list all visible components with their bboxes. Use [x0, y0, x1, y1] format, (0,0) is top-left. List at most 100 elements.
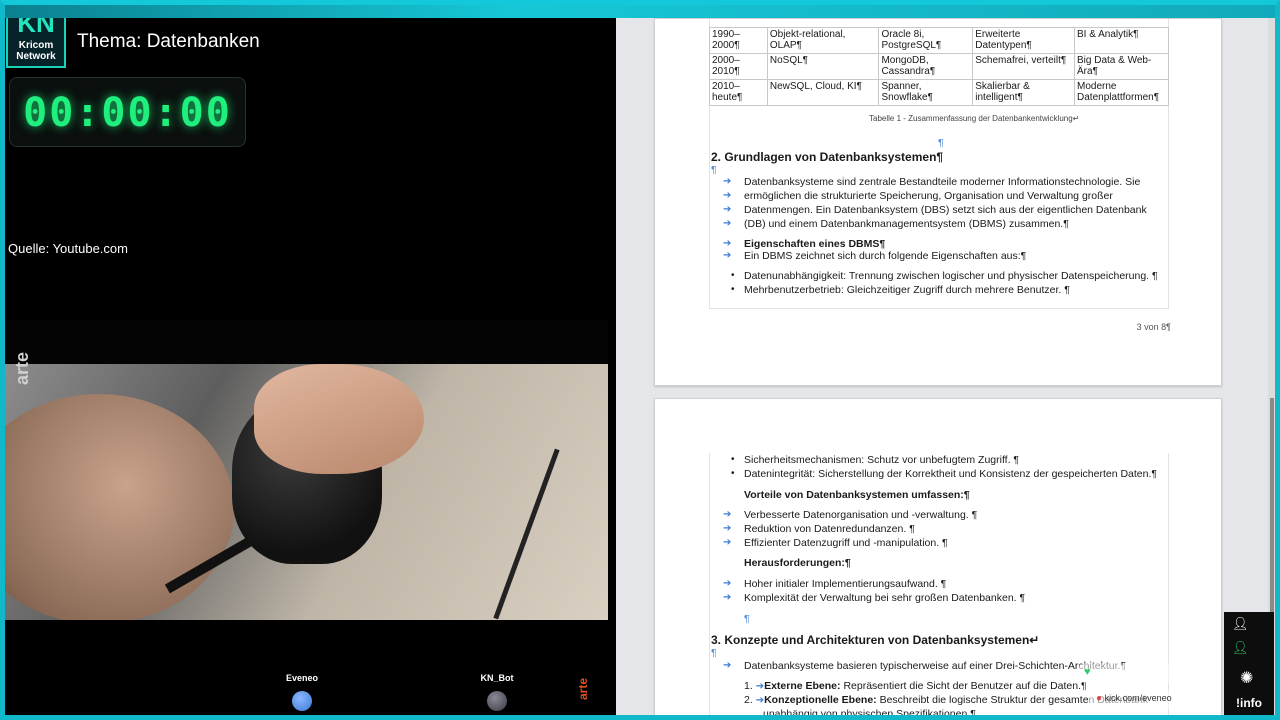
layer-text: Repräsentiert die Sicht der Benutzer auf… [840, 680, 1087, 692]
empty-paragraph-mark: ¶ [938, 137, 944, 149]
user-icon[interactable]: 👤︎ [1232, 616, 1249, 631]
layer-2-continuation: unabhängig von physischen Spezifikatione… [763, 708, 976, 720]
table-cell: Moderne Datenplattformen¶ [1074, 79, 1169, 106]
video-stand-pole [493, 448, 560, 620]
source-label: Quelle: Youtube.com [8, 241, 128, 256]
challenges-heading: Herausforderungen:¶ [744, 557, 851, 569]
table-cell: Big Data & Web-Ära¶ [1074, 53, 1169, 80]
table-row: 2010–heute¶ NewSQL, Cloud, KI¶ Spanner, … [709, 79, 1169, 106]
brain-icon[interactable]: ✺ [1240, 668, 1254, 687]
table-cell: Oracle 8i, PostgreSQL¶ [878, 27, 974, 54]
arrow-bullet-icon: ➔ [723, 578, 732, 589]
arte-corner-logo: arte [576, 677, 590, 700]
bullet-icon: • [731, 270, 735, 281]
arrow-bullet-icon: ➔ [723, 250, 732, 261]
participant-avatar [487, 691, 507, 711]
arrow-bullet-icon: ➔ [723, 660, 732, 671]
participant-eveneo[interactable]: Eveneo [257, 673, 347, 711]
intro-line: ermöglichen die strukturierte Speicherun… [744, 190, 1113, 202]
arrow-bullet-icon: ➔ [723, 204, 732, 215]
advantages-heading: Vorteile von Datenbanksystemen umfassen:… [744, 489, 970, 501]
chat-notification-pill[interactable]: ♥ [1076, 663, 1218, 683]
logo-line-2: Network [16, 51, 56, 62]
table-cell: BI & Analytik¶ [1074, 27, 1169, 54]
page-number: 3 von 8¶ [1136, 322, 1171, 332]
window-top-border [0, 0, 1280, 18]
arrow-bullet-icon: ➔ [723, 537, 732, 548]
section-2-heading: 2. Grundlagen von Datenbanksystemen¶ [711, 150, 944, 164]
table-cell: 2000–2010¶ [709, 53, 768, 80]
arrow-bullet-icon: ➔ [723, 592, 732, 603]
document-editor[interactable]: 1990–2000¶ Objekt-relational, OLAP¶ Orac… [616, 18, 1280, 720]
heart-icon: ♥ [1084, 666, 1091, 678]
participant-name: KN_Bot [480, 673, 514, 683]
user-active-icon[interactable]: 👤︎ [1232, 640, 1249, 655]
scrollbar-thumb[interactable] [1270, 398, 1274, 618]
document-page-3[interactable]: 1990–2000¶ Objekt-relational, OLAP¶ Orac… [654, 18, 1222, 386]
embedded-video[interactable] [4, 364, 608, 620]
table-caption: Tabelle 1 - Zusammenfassung der Datenban… [869, 114, 1080, 123]
kick-url: kick.com/eveneo [1104, 693, 1172, 703]
layer-number: 2. [744, 694, 753, 706]
table-cell: Objekt-relational, OLAP¶ [766, 27, 880, 54]
empty-paragraph-mark: ¶ [711, 164, 717, 176]
section-3-intro: Datenbanksysteme basieren typischerweise… [744, 660, 1127, 672]
video-person [4, 394, 234, 620]
video-top-band [4, 320, 608, 364]
arrow-bullet-icon: ➔ [755, 695, 765, 706]
dbms-property: Mehrbenutzerbetrieb: Gleichzeitiger Zugr… [744, 284, 1070, 296]
kick-link-pill[interactable]: ● kick.com/eveneo [1088, 690, 1202, 710]
table-cell: Erweiterte Datentypen¶ [972, 27, 1076, 54]
table-cell: Schemafrei, verteilt¶ [972, 53, 1076, 80]
bullet-icon: • [731, 454, 735, 465]
dbms-property: Datenintegrität: Sicherstellung der Korr… [744, 468, 1158, 480]
layer-number: 1. [744, 680, 753, 692]
table-cell: NewSQL, Cloud, KI¶ [766, 79, 880, 106]
arrow-bullet-icon: ➔ [723, 238, 732, 249]
info-command-label[interactable]: !info [1236, 696, 1262, 710]
table-cell: MongoDB, Cassandra¶ [878, 53, 974, 80]
dbms-property: Sicherheitsmechanismen: Schutz vor unbef… [744, 454, 1020, 466]
bullet-icon: • [731, 284, 735, 295]
stream-panel: KN Kricom Network Thema: Datenbanken 00:… [0, 0, 616, 720]
bullet-icon: • [731, 468, 735, 479]
challenge-item: Hoher initialer Implementierungsaufwand.… [744, 578, 947, 590]
side-widget-panel: 👤︎ 👤︎ ✺ !info [1224, 612, 1274, 716]
layer-label: Externe Ebene: [764, 680, 841, 692]
challenge-item: Komplexität der Verwaltung bei sehr groß… [744, 592, 1026, 604]
arrow-bullet-icon: ➔ [723, 509, 732, 520]
arrow-bullet-icon: ➔ [723, 176, 732, 187]
advantage-item: Verbesserte Datenorganisation und -verwa… [744, 509, 978, 521]
stream-topic: Thema: Datenbanken [77, 31, 260, 52]
timer-panel: 00:00:00 [9, 77, 246, 147]
arrow-bullet-icon: ➔ [755, 681, 765, 692]
layer-label: Konzeptionelle Ebene: [764, 694, 877, 706]
empty-paragraph-mark: ¶ [711, 647, 717, 659]
table-cell: Spanner, Snowflake¶ [878, 79, 974, 106]
intro-line: Datenbanksysteme sind zentrale Bestandte… [744, 176, 1141, 188]
participant-kn-bot[interactable]: KN_Bot [452, 673, 542, 711]
intro-line: (DB) und einem Datenbankmanagementsystem… [744, 218, 1069, 230]
table-cell: Skalierbar & intelligent¶ [972, 79, 1076, 106]
table-row: 1990–2000¶ Objekt-relational, OLAP¶ Orac… [709, 27, 1169, 54]
dbms-heading: Eigenschaften eines DBMS¶ [744, 238, 886, 250]
advantage-item: Reduktion von Datenredundanzen. ¶ [744, 523, 915, 535]
arrow-bullet-icon: ➔ [723, 523, 732, 534]
kick-logo-icon: ● [1096, 693, 1103, 704]
intro-line: Datenmengen. Ein Datenbanksystem (DBS) s… [744, 204, 1147, 216]
video-hand [254, 364, 424, 474]
table-cell: 2010–heute¶ [709, 79, 768, 106]
arrow-bullet-icon: ➔ [723, 218, 732, 229]
history-table: 1990–2000¶ Objekt-relational, OLAP¶ Orac… [709, 27, 1169, 106]
logo-line-1: Kricom [18, 40, 54, 51]
arte-watermark: arte [12, 351, 32, 385]
arrow-bullet-icon: ➔ [723, 190, 732, 201]
table-cell: 1990–2000¶ [709, 27, 768, 54]
participant-name: Eveneo [285, 673, 318, 683]
layer-item-1: 1. ➔Externe Ebene: Repräsentiert die Sic… [744, 680, 1087, 692]
table-cell: NoSQL¶ [766, 53, 880, 80]
table-row: 2000–2010¶ NoSQL¶ MongoDB, Cassandra¶ Sc… [709, 53, 1169, 80]
empty-paragraph-mark: ¶ [744, 613, 750, 625]
timer-display: 00:00:00 [23, 90, 232, 136]
section-3-heading: 3. Konzepte und Architekturen von Datenb… [711, 633, 1040, 647]
